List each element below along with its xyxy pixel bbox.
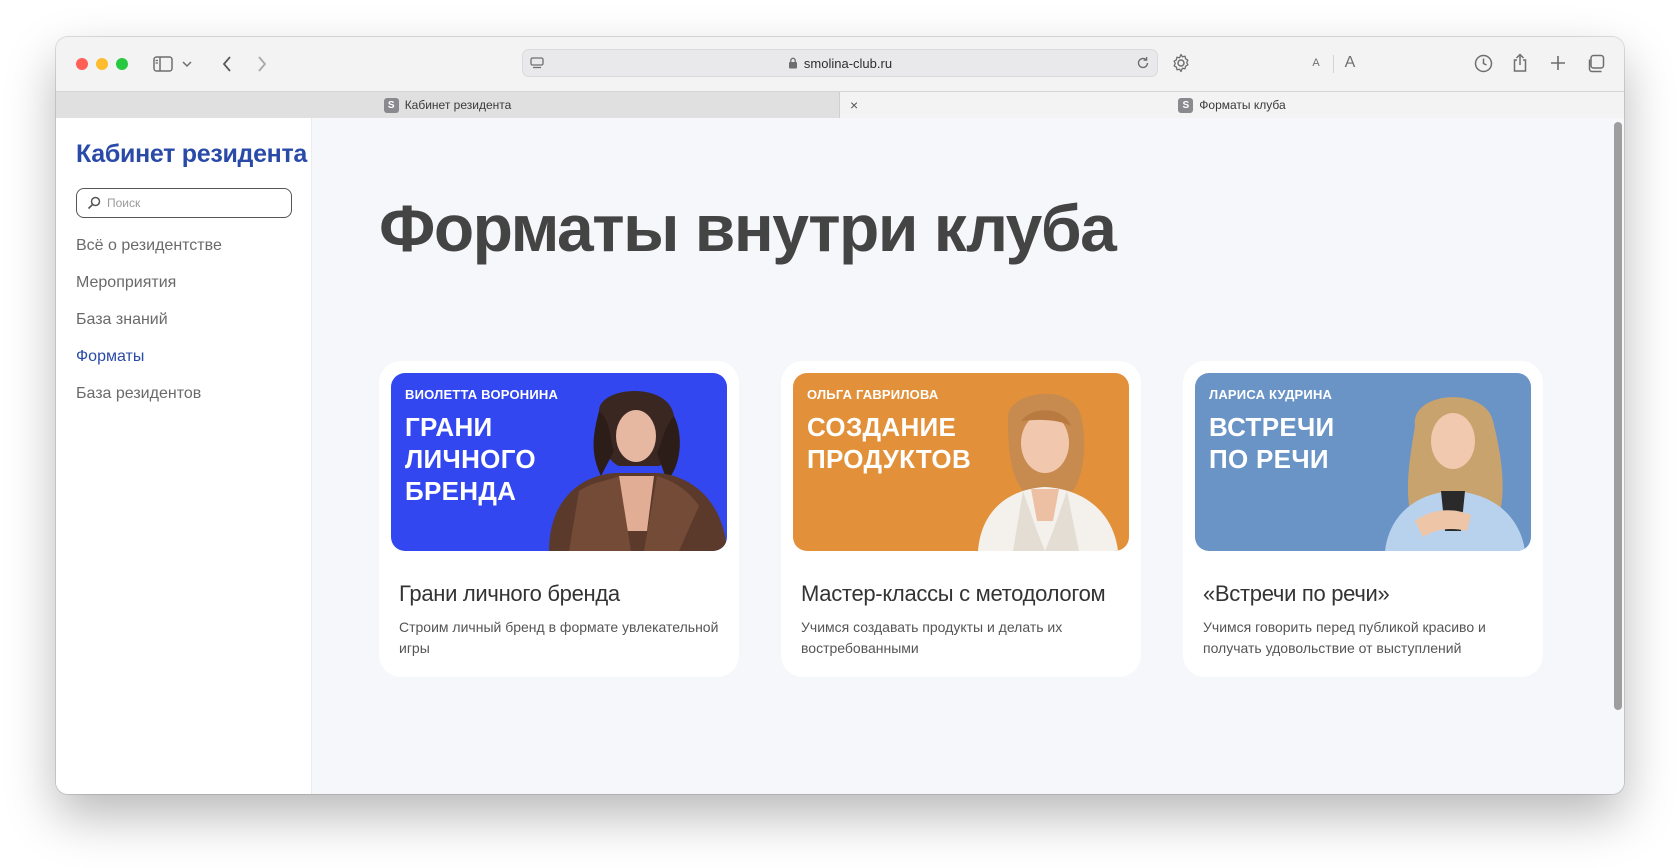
format-card-products[interactable]: ОЛЬГА ГАВРИЛОВА СОЗДАНИЕ ПРОДУКТОВ Масте… — [781, 361, 1141, 677]
card-description: Учимся говорить перед публикой красиво и… — [1203, 619, 1486, 656]
share-icon[interactable] — [1509, 51, 1531, 75]
back-arrow-icon[interactable] — [216, 53, 238, 75]
tab-cabinet[interactable]: S Кабинет резидента — [56, 92, 840, 118]
sidebar-title: Кабинет резидента — [76, 140, 308, 168]
banner-headline: ВСТРЕЧИ ПО РЕЧИ — [1209, 411, 1335, 475]
card-banner: ЛАРИСА КУДРИНА ВСТРЕЧИ ПО РЕЧИ — [1195, 373, 1531, 551]
lock-icon — [788, 57, 797, 69]
tab-label: Кабинет резидента — [404, 98, 512, 112]
browser-window: smolina-club.ru A A S Кабинет резидента … — [56, 37, 1624, 794]
speaker-photo — [549, 391, 727, 551]
zoom-window-button[interactable] — [116, 58, 128, 70]
tab-favicon: S — [1178, 97, 1194, 113]
url-display[interactable]: smolina-club.ru — [523, 50, 1157, 76]
card-title: Грани личного бренда — [399, 581, 620, 606]
tab-formats[interactable]: × S Форматы клуба — [840, 92, 1624, 118]
card-banner: ОЛЬГА ГАВРИЛОВА СОЗДАНИЕ ПРОДУКТОВ — [793, 373, 1129, 551]
card-banner: ВИОЛЕТТА ВОРОНИНА ГРАНИ ЛИЧНОГО БРЕНДА — [391, 373, 727, 551]
search-input[interactable] — [107, 196, 277, 210]
sidebar: Кабинет резидента Всё о резидентстве Мер… — [56, 118, 312, 794]
sidebar-item-residency[interactable]: Всё о резидентстве — [76, 236, 222, 273]
close-tab-icon[interactable]: × — [850, 97, 858, 113]
sidebar-nav: Всё о резидентстве Мероприятия База знан… — [76, 236, 222, 421]
search-box[interactable] — [76, 188, 292, 218]
address-bar[interactable]: smolina-club.ru — [522, 49, 1158, 77]
banner-author: ЛАРИСА КУДРИНА — [1209, 387, 1333, 402]
forward-arrow-icon[interactable] — [251, 53, 273, 75]
new-tab-plus-icon[interactable] — [1547, 52, 1569, 74]
format-card-brand[interactable]: ВИОЛЕТТА ВОРОНИНА ГРАНИ ЛИЧНОГО БРЕНДА Г… — [379, 361, 739, 677]
scrollbar-track[interactable] — [1610, 118, 1624, 794]
scrollbar-thumb[interactable] — [1614, 122, 1622, 710]
banner-author: ОЛЬГА ГАВРИЛОВА — [807, 387, 939, 402]
headline-line: ЛИЧНОГО — [405, 444, 536, 474]
speaker-photo — [978, 393, 1118, 551]
tab-favicon: S — [383, 97, 399, 113]
card-title: «Встречи по речи» — [1203, 581, 1390, 606]
toolbar-divider — [1333, 55, 1334, 73]
headline-line: ПРОДУКТОВ — [807, 444, 972, 474]
banner-author: ВИОЛЕТТА ВОРОНИНА — [405, 387, 559, 402]
headline-line: ГРАНИ — [405, 412, 493, 442]
card-description: Учимся создавать продукты и делать их во… — [801, 619, 1063, 656]
sidebar-item-residents-base[interactable]: База резидентов — [76, 384, 222, 421]
page-title: Форматы внутри клуба — [379, 191, 1117, 265]
increase-font-button[interactable]: A — [1341, 53, 1359, 73]
tab-label: Форматы клуба — [1199, 98, 1286, 112]
tab-overview-icon[interactable] — [1584, 52, 1606, 74]
page-content: Кабинет резидента Всё о резидентстве Мер… — [56, 118, 1624, 794]
sidebar-item-knowledge-base[interactable]: База знаний — [76, 310, 222, 347]
headline-line: БРЕНДА — [405, 476, 517, 506]
speaker-photo — [1385, 397, 1525, 551]
history-clock-icon[interactable] — [1472, 52, 1494, 74]
browser-toolbar: smolina-club.ru A A — [56, 37, 1624, 91]
main-area: Форматы внутри клуба ВИОЛЕТТА ВОРОНИНА Г… — [313, 118, 1610, 794]
card-title: Мастер-классы с методологом — [801, 581, 1106, 606]
sidebar-item-formats[interactable]: Форматы — [76, 347, 222, 384]
search-icon — [87, 196, 101, 210]
close-window-button[interactable] — [76, 58, 88, 70]
headline-line: ВСТРЕЧИ — [1209, 412, 1335, 442]
minimize-window-button[interactable] — [96, 58, 108, 70]
headline-line: ПО РЕЧИ — [1209, 444, 1329, 474]
tab-bar: S Кабинет резидента × S Форматы клуба — [56, 91, 1624, 118]
sidebar-item-events[interactable]: Мероприятия — [76, 273, 222, 310]
card-description: Строим личный бренд в формате увлекатель… — [399, 619, 719, 656]
banner-headline: СОЗДАНИЕ ПРОДУКТОВ — [807, 411, 971, 475]
reload-icon[interactable] — [1135, 55, 1151, 71]
chevron-down-icon[interactable] — [180, 57, 194, 71]
decrease-font-button[interactable]: A — [1309, 55, 1323, 71]
format-card-speech[interactable]: ЛАРИСА КУДРИНА ВСТРЕЧИ ПО РЕЧИ «Встречи … — [1183, 361, 1543, 677]
gear-icon[interactable] — [1170, 52, 1192, 74]
url-text: smolina-club.ru — [803, 55, 893, 71]
headline-line: СОЗДАНИЕ — [807, 412, 957, 442]
banner-headline: ГРАНИ ЛИЧНОГО БРЕНДА — [405, 411, 536, 507]
sidebar-toggle-icon[interactable] — [152, 53, 174, 75]
